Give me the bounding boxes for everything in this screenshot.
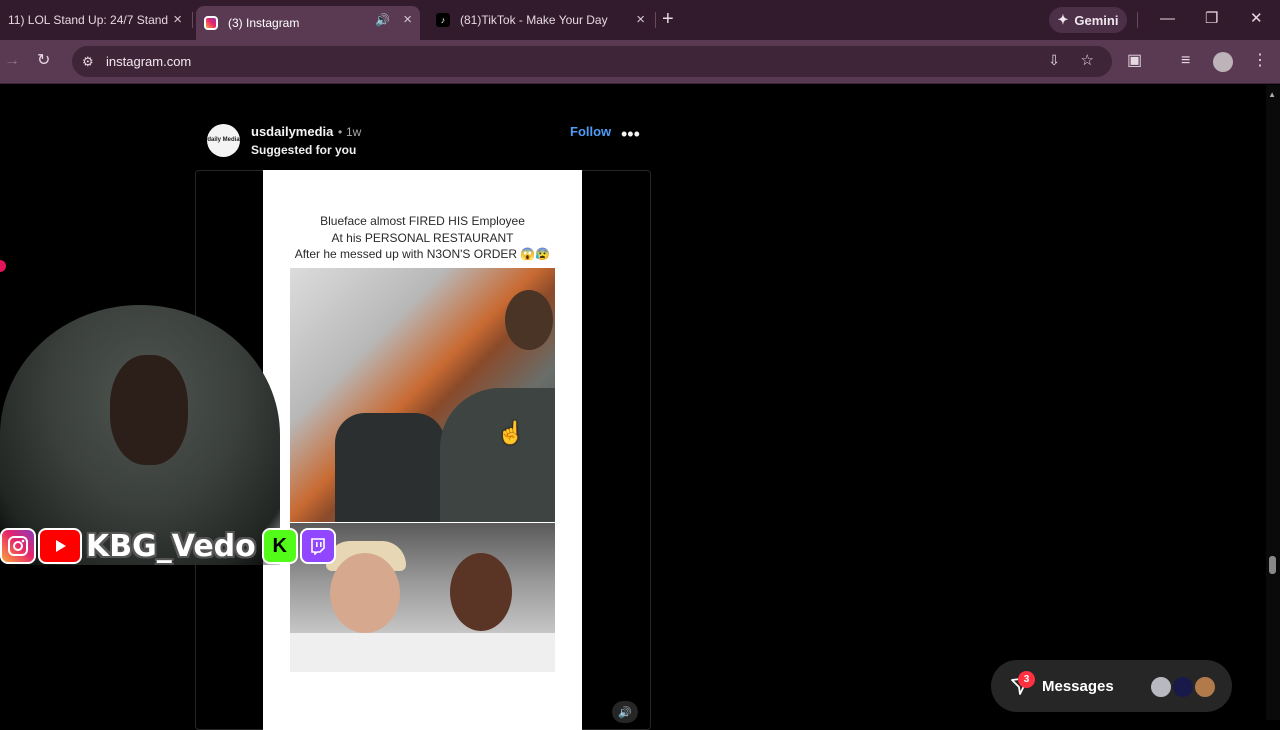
reload-icon[interactable]: ↻ [37, 52, 50, 70]
side-panel-icon[interactable]: ▣ [1127, 52, 1142, 70]
post-username[interactable]: usdailymedia [251, 124, 333, 139]
caption-line: At his PERSONAL RESTAURANT [331, 230, 514, 245]
tab-close-icon[interactable]: × [173, 12, 182, 28]
post-author-avatar[interactable]: daily Media [207, 124, 240, 157]
caption-line: Blueface almost FIRED HIS Employee [320, 214, 525, 228]
restore-icon[interactable]: ❐ [1205, 10, 1218, 28]
address-bar[interactable]: ⚙ instagram.com ⇩ ☆ [72, 46, 1112, 77]
site-info-icon[interactable]: ⚙ [82, 54, 102, 70]
hand-cursor-icon: ☝ [497, 420, 525, 445]
page-scrollbar[interactable] [1266, 85, 1280, 720]
clip-shape [440, 388, 555, 522]
instagram-icon [0, 528, 36, 564]
tab-title: 11) LOL Stand Up: 24/7 Stand U [8, 13, 168, 27]
message-avatar [1193, 675, 1217, 699]
install-app-icon[interactable]: ⇩ [1048, 52, 1060, 69]
browser-toolbar: → ↻ ⚙ instagram.com ⇩ ☆ ▣ ≡ ⋮ [0, 40, 1280, 84]
streamer-handle-bar: KBG_Vedo K [0, 526, 338, 566]
tiktok-icon: ♪ [436, 13, 450, 27]
streamer-handle: KBG_Vedo [86, 528, 256, 564]
video-clip-restaurant [290, 268, 555, 522]
gemini-icon: ✦ [1057, 12, 1069, 27]
video-caption: Blueface almost FIRED HIS Employee At hi… [263, 213, 582, 263]
scroll-up-arrow-icon[interactable]: ▲ [1268, 90, 1276, 99]
kebab-menu-icon[interactable]: ⋮ [1252, 52, 1268, 70]
forward-icon[interactable]: → [4, 52, 20, 70]
post-timestamp[interactable]: 1w [346, 125, 361, 139]
tab-close-icon[interactable]: × [403, 12, 412, 28]
new-tab-button[interactable]: + [662, 8, 674, 30]
instagram-icon [204, 16, 218, 30]
more-options-icon[interactable]: ••• [621, 125, 640, 143]
youtube-icon [38, 528, 82, 564]
media-controls-icon[interactable]: ≡ [1181, 52, 1190, 70]
kick-icon: K [261, 528, 298, 564]
caption-line: After he messed up with N3ON'S ORDER 😱😰 [294, 247, 551, 261]
window-separator [1137, 12, 1138, 28]
tab-close-icon[interactable]: × [636, 12, 645, 28]
clip-shape [290, 633, 555, 672]
message-avatar [1149, 675, 1173, 699]
post-separator-dot: • [338, 125, 343, 139]
clip-shape [330, 553, 400, 633]
bookmark-star-icon[interactable]: ☆ [1081, 51, 1094, 69]
tab-title: (81)TikTok - Make Your Day [460, 13, 608, 27]
post-suggested-label: Suggested for you [251, 143, 357, 157]
gemini-button[interactable]: ✦ Gemini [1049, 7, 1127, 33]
clip-shape [505, 290, 553, 350]
tab-lol-standup[interactable]: 11) LOL Stand Up: 24/7 Stand U × [0, 6, 190, 34]
twitch-icon [299, 528, 336, 564]
post-header: daily Media usdailymedia • 1w Suggested … [207, 124, 647, 160]
message-avatar [1171, 675, 1195, 699]
tab-tiktok[interactable]: ♪ (81)TikTok - Make Your Day × [428, 6, 653, 34]
webcam-face [110, 355, 188, 465]
speaker-icon[interactable]: 🔊 [375, 13, 390, 27]
messages-unread-badge: 3 [1018, 671, 1035, 688]
follow-button[interactable]: Follow [570, 124, 611, 139]
messages-label: Messages [1042, 678, 1114, 695]
url-text[interactable]: instagram.com [106, 54, 191, 69]
tab-separator [655, 12, 656, 28]
tab-separator [192, 12, 193, 28]
clip-shape [335, 413, 445, 522]
tab-title: (3) Instagram [228, 16, 300, 30]
tab-instagram[interactable]: (3) Instagram 🔊 × [196, 6, 420, 40]
gemini-label: Gemini [1074, 12, 1119, 28]
tab-strip: 11) LOL Stand Up: 24/7 Stand U × (3) Ins… [0, 0, 1280, 40]
clip-shape [450, 553, 512, 631]
profile-avatar[interactable] [1213, 52, 1233, 72]
close-window-icon[interactable]: ✕ [1250, 10, 1263, 28]
streamer-webcam [0, 295, 280, 565]
scrollbar-thumb[interactable] [1269, 556, 1276, 574]
post-video[interactable]: Blueface almost FIRED HIS Employee At hi… [263, 170, 582, 730]
minimize-icon[interactable]: — [1160, 10, 1175, 28]
